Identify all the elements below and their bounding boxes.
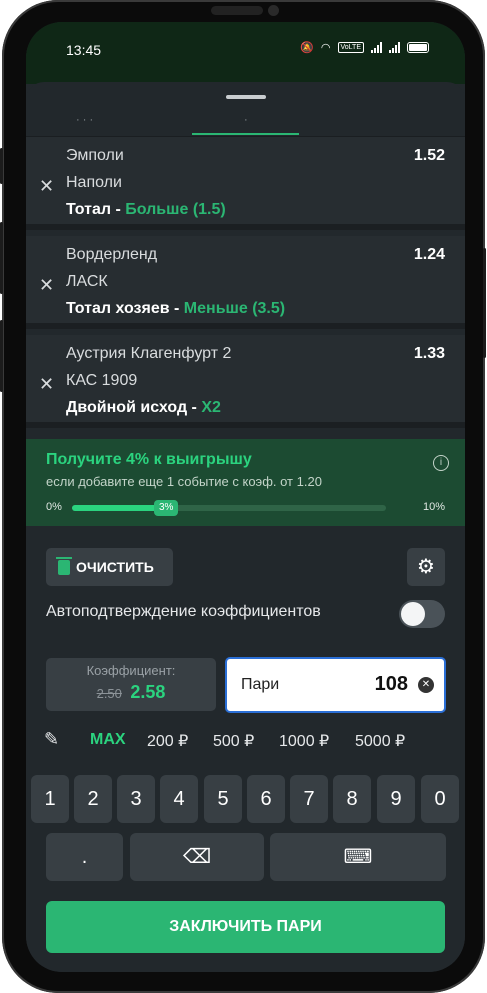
wifi-icon: ◠ bbox=[320, 42, 331, 54]
trash-icon bbox=[56, 556, 72, 575]
toggle-knob bbox=[401, 602, 425, 626]
remove-bet-icon[interactable]: ✕ bbox=[39, 176, 54, 197]
bet-market: Двойной исход - Х2 bbox=[66, 399, 221, 417]
market-pick: Меньше (3.5) bbox=[183, 300, 286, 317]
tab-indicator bbox=[192, 133, 299, 135]
tab-right[interactable]: · bbox=[244, 114, 248, 126]
key-digit[interactable]: 7 bbox=[290, 775, 328, 823]
remove-bet-icon[interactable]: ✕ bbox=[39, 275, 54, 296]
quick-amount[interactable]: 500 ₽ bbox=[213, 731, 254, 751]
bet-market: Тотал хозяев - Меньше (3.5) bbox=[66, 300, 285, 318]
clear-button[interactable]: ОЧИСТИТЬ bbox=[46, 548, 173, 586]
bonus-progress-bar: 3% bbox=[72, 500, 386, 516]
bet-item: Вордерленд ЛАСК 1.24 ✕ Тотал хозяев - Ме… bbox=[26, 236, 465, 329]
key-digit[interactable]: 8 bbox=[333, 775, 371, 823]
bet-odds: 1.24 bbox=[413, 246, 445, 263]
battery-icon bbox=[407, 42, 429, 53]
market-name: Тотал bbox=[66, 201, 112, 218]
coefficient-new: 2.58 bbox=[130, 682, 166, 702]
team-away: КАС 1909 bbox=[66, 372, 138, 389]
stake-label: Пари bbox=[241, 676, 280, 693]
signal-icon bbox=[389, 42, 400, 53]
coefficient-box: Коэффициент: 2.50 2.58 bbox=[46, 658, 216, 711]
keyboard-icon: ⌨ bbox=[343, 846, 373, 868]
side-button bbox=[483, 248, 486, 358]
stake-input[interactable]: Пари 108 ✕ bbox=[225, 657, 446, 713]
progress-badge: 3% bbox=[154, 500, 179, 516]
team-away: Наполи bbox=[66, 174, 122, 191]
gear-icon: ⚙ bbox=[417, 556, 435, 578]
market-separator: - bbox=[169, 300, 184, 317]
quick-amount[interactable]: 200 ₽ bbox=[147, 731, 188, 751]
key-digit[interactable]: 9 bbox=[377, 775, 415, 823]
bet-slip-sheet: · · · · Эмполи Наполи 1.52 ✕ Тотал - Бол… bbox=[26, 82, 465, 972]
key-digit[interactable]: 1 bbox=[31, 775, 69, 823]
team-home: Вордерленд bbox=[66, 246, 158, 263]
quick-amounts: ✎ MAX 200 ₽ 500 ₽ 1000 ₽ 5000 ₽ bbox=[26, 727, 465, 755]
team-home: Эмполи bbox=[66, 147, 124, 164]
auto-confirm-label: Автоподтверждение коэффициентов bbox=[46, 603, 321, 620]
promo-subtitle: если добавите еще 1 событие с коэф. от 1… bbox=[46, 474, 322, 489]
key-digit[interactable]: 0 bbox=[421, 775, 459, 823]
remove-bet-icon[interactable]: ✕ bbox=[39, 374, 54, 395]
tab-strip: · · · · bbox=[26, 102, 465, 137]
mute-icon: 🔕 bbox=[300, 42, 314, 54]
team-home: Аустрия Клагенфурт 2 bbox=[66, 345, 232, 362]
progress-min-label: 0% bbox=[46, 501, 62, 513]
key-digit[interactable]: 2 bbox=[74, 775, 112, 823]
key-digit[interactable]: 3 bbox=[117, 775, 155, 823]
market-name: Тотал хозяев bbox=[66, 300, 170, 317]
status-time: 13:45 bbox=[66, 42, 102, 58]
coefficient-values: 2.50 2.58 bbox=[46, 682, 216, 703]
bet-item: Эмполи Наполи 1.52 ✕ Тотал - Больше (1.5… bbox=[26, 137, 465, 230]
stake-value: 108 bbox=[374, 673, 408, 695]
settings-button[interactable]: ⚙ bbox=[407, 548, 445, 586]
coefficient-label: Коэффициент: bbox=[86, 663, 176, 678]
market-name: Двойной исход bbox=[66, 399, 188, 416]
phone-frame: 13:45 🔕 ◠ VoLTE · · · · Эмполи Наполи 1.… bbox=[0, 0, 486, 993]
drag-handle[interactable] bbox=[226, 95, 266, 99]
side-button bbox=[0, 148, 3, 184]
clear-button-label: ОЧИСТИТЬ bbox=[76, 559, 154, 575]
promo-title: Получите 4% к выигрышу bbox=[46, 451, 252, 468]
market-pick: Х2 bbox=[201, 399, 221, 416]
key-digit[interactable]: 4 bbox=[160, 775, 198, 823]
coefficient-old: 2.50 bbox=[96, 686, 122, 701]
market-separator: - bbox=[187, 399, 202, 416]
pencil-icon[interactable]: ✎ bbox=[44, 729, 59, 750]
key-hide-keyboard[interactable]: ⌨ bbox=[270, 833, 446, 881]
market-separator: - bbox=[111, 201, 126, 218]
speaker bbox=[211, 6, 263, 15]
key-dot[interactable]: . bbox=[46, 833, 123, 881]
place-bet-button[interactable]: ЗАКЛЮЧИТЬ ПАРИ bbox=[46, 901, 445, 953]
screen: 13:45 🔕 ◠ VoLTE · · · · Эмполи Наполи 1.… bbox=[26, 22, 465, 972]
info-icon[interactable]: i bbox=[433, 455, 449, 471]
market-pick: Больше (1.5) bbox=[125, 201, 226, 218]
bet-item: Аустрия Клагенфурт 2 КАС 1909 1.33 ✕ Дво… bbox=[26, 335, 465, 428]
quick-amount[interactable]: 5000 ₽ bbox=[355, 731, 405, 751]
status-icons: 🔕 ◠ VoLTE bbox=[300, 41, 429, 54]
quick-amount[interactable]: 1000 ₽ bbox=[279, 731, 329, 751]
progress-fill bbox=[72, 505, 167, 511]
bonus-promo-banner: Получите 4% к выигрышу если добавите еще… bbox=[26, 439, 465, 526]
volte-badge: VoLTE bbox=[337, 42, 364, 53]
bet-odds: 1.52 bbox=[413, 147, 445, 164]
key-digit[interactable]: 5 bbox=[204, 775, 242, 823]
bet-market: Тотал - Больше (1.5) bbox=[66, 201, 226, 219]
tab-left[interactable]: · · · bbox=[76, 114, 93, 126]
side-button bbox=[0, 222, 3, 294]
auto-confirm-toggle[interactable] bbox=[399, 600, 445, 628]
backspace-icon: ⌫ bbox=[182, 846, 212, 868]
bet-odds: 1.33 bbox=[413, 345, 445, 362]
quick-amount-max[interactable]: MAX bbox=[90, 731, 126, 749]
progress-max-label: 10% bbox=[422, 501, 445, 513]
signal-icon bbox=[371, 42, 382, 53]
key-backspace[interactable]: ⌫ bbox=[130, 833, 264, 881]
side-button bbox=[0, 320, 3, 392]
clear-stake-icon[interactable]: ✕ bbox=[418, 677, 434, 693]
team-away: ЛАСК bbox=[66, 273, 108, 290]
key-digit[interactable]: 6 bbox=[247, 775, 285, 823]
camera bbox=[268, 5, 279, 16]
status-bar: 13:45 🔕 ◠ VoLTE bbox=[26, 22, 465, 84]
